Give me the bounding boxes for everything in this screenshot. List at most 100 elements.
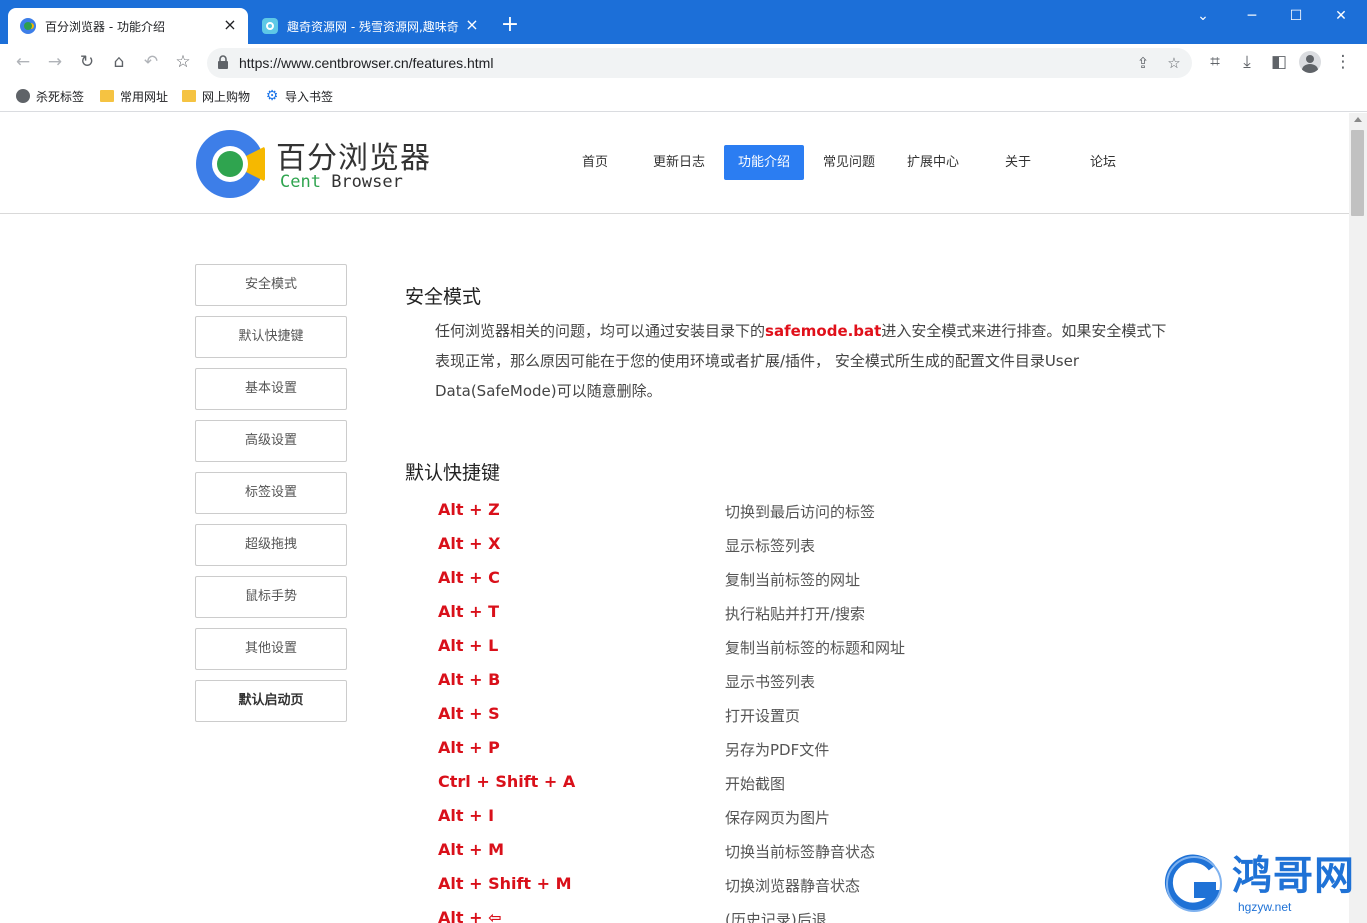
nav-features[interactable]: 功能介绍 — [724, 145, 804, 180]
logo-english-name: Cent Browser — [280, 172, 403, 192]
shortcut-key: Alt + B — [438, 670, 501, 689]
minimize-button[interactable]: ─ — [1229, 0, 1275, 32]
shortcut-desc: 显示标签列表 — [725, 537, 816, 555]
page-viewport: 百分浏览器 Cent Browser 首页 更新日志 功能介绍 常见问题 扩展中… — [0, 113, 1349, 923]
back-icon[interactable]: ← — [11, 50, 35, 74]
shortcut-desc: (历史记录)后退 — [725, 911, 827, 923]
tab-centbrowser-features[interactable]: 百分浏览器 - 功能介绍 × — [8, 8, 248, 44]
shortcut-desc: 保存网页为图片 — [725, 809, 831, 827]
shortcut-key: Alt + Shift + M — [438, 874, 572, 893]
maximize-button[interactable]: ☐ — [1273, 0, 1319, 32]
globe-icon — [16, 89, 30, 103]
tab-quqi-resources[interactable]: 趣奇资源网 - 残雪资源网,趣味奇 × — [250, 8, 490, 44]
bookmark-star-icon[interactable]: ☆ — [171, 50, 195, 74]
watermark-logo-icon — [1164, 854, 1222, 912]
share-icon[interactable]: ⇪ — [1131, 51, 1155, 75]
tab-close-icon[interactable]: × — [222, 17, 238, 34]
address-bar[interactable]: https://www.centbrowser.cn/features.html… — [207, 48, 1192, 78]
safe-mode-description: 任何浏览器相关的问题，均可以通过安装目录下的safemode.bat进入安全模式… — [435, 316, 1175, 406]
centbrowser-favicon-icon — [20, 18, 36, 34]
scroll-up-arrow-icon[interactable] — [1354, 117, 1362, 122]
nav-about[interactable]: 关于 — [992, 145, 1044, 180]
shortcut-desc: 开始截图 — [725, 775, 786, 793]
sidebar-item-safe-mode[interactable]: 安全模式 — [195, 264, 347, 306]
shortcut-desc: 打开设置页 — [725, 707, 801, 725]
watermark: 鸿哥网 hgzyw.net — [1160, 848, 1365, 920]
tab-search-icon[interactable]: ⌄ — [1180, 0, 1226, 32]
home-icon[interactable]: ⌂ — [107, 50, 131, 74]
side-panel-icon[interactable]: ◧ — [1267, 50, 1291, 74]
folder-icon — [100, 90, 114, 102]
nav-forum[interactable]: 论坛 — [1077, 145, 1129, 180]
bookmark-label: 杀死标签 — [36, 89, 85, 104]
bookmark-folder-shopping[interactable]: 网上购物 — [182, 86, 250, 106]
page-scrollbar[interactable] — [1349, 113, 1367, 923]
undo-close-tab-icon[interactable]: ↶ — [139, 50, 163, 74]
menu-icon[interactable]: ⋮ — [1331, 50, 1355, 74]
bookmark-label: 常用网址 — [120, 89, 169, 104]
shortcut-key: Alt + I — [438, 806, 495, 825]
close-window-button[interactable]: ✕ — [1318, 0, 1364, 32]
crop-icon[interactable]: ⌗ — [1203, 50, 1227, 74]
shortcut-key: Alt + C — [438, 568, 500, 587]
shortcut-key: Alt + X — [438, 534, 501, 553]
shortcut-key: Alt + L — [438, 636, 499, 655]
site-header: 百分浏览器 Cent Browser 首页 更新日志 功能介绍 常见问题 扩展中… — [0, 113, 1349, 214]
new-tab-button[interactable]: + — [498, 14, 522, 38]
shortcut-desc: 另存为PDF文件 — [725, 741, 830, 759]
tab-strip: 百分浏览器 - 功能介绍 × 趣奇资源网 - 残雪资源网,趣味奇 × + ⌄ ─… — [0, 0, 1367, 44]
toolbar: ← → ↻ ⌂ ↶ ☆ https://www.centbrowser.cn/f… — [0, 44, 1367, 80]
sidebar-item-mouse-gestures[interactable]: 鼠标手势 — [195, 576, 347, 618]
shortcut-key: Alt + T — [438, 602, 499, 621]
url-text[interactable]: https://www.centbrowser.cn/features.html — [239, 48, 493, 78]
bookmark-import[interactable]: ⚙ 导入书签 — [265, 86, 333, 106]
shortcut-key: Alt + S — [438, 704, 500, 723]
sidebar-item-tab-settings[interactable]: 标签设置 — [195, 472, 347, 514]
bookmark-kill-tabs[interactable]: 杀死标签 — [16, 86, 84, 106]
safemode-bat-highlight: safemode.bat — [765, 322, 882, 340]
shortcut-key: Alt + M — [438, 840, 504, 859]
profile-icon[interactable] — [1299, 51, 1321, 73]
tab-close-icon[interactable]: × — [464, 17, 480, 34]
sidebar-item-startup-page[interactable]: 默认启动页 — [195, 680, 347, 722]
tab-title: 趣奇资源网 - 残雪资源网,趣味奇 — [287, 19, 459, 34]
download-icon[interactable]: ⤓ — [1235, 50, 1259, 74]
sidebar-item-basic-settings[interactable]: 基本设置 — [195, 368, 347, 410]
quqi-favicon-icon — [262, 18, 278, 34]
shortcut-desc: 显示书签列表 — [725, 673, 816, 691]
lock-icon — [218, 55, 228, 69]
bookmark-label: 导入书签 — [285, 89, 334, 104]
logo-chinese-name: 百分浏览器 — [276, 141, 431, 176]
reload-icon[interactable]: ↻ — [75, 50, 99, 74]
nav-extensions[interactable]: 扩展中心 — [899, 145, 967, 180]
forward-icon[interactable]: → — [43, 50, 67, 74]
sidebar-item-super-drag[interactable]: 超级拖拽 — [195, 524, 347, 566]
nav-changelog[interactable]: 更新日志 — [645, 145, 713, 180]
sidebar-item-advanced-settings[interactable]: 高级设置 — [195, 420, 347, 462]
sidebar-item-other-settings[interactable]: 其他设置 — [195, 628, 347, 670]
shortcut-key: Alt + ⇦ — [438, 908, 502, 923]
shortcut-desc: 执行粘贴并打开/搜索 — [725, 605, 866, 623]
safe-mode-title: 安全模式 — [405, 286, 482, 308]
cent-browser-logo-icon — [196, 130, 265, 198]
star-icon[interactable]: ☆ — [1162, 51, 1186, 75]
watermark-title: 鸿哥网 — [1232, 852, 1355, 899]
logo-en-cent: Cent — [280, 172, 321, 192]
shortcut-desc: 复制当前标签的网址 — [725, 571, 861, 589]
folder-icon — [182, 90, 196, 102]
scrollbar-thumb[interactable] — [1351, 130, 1364, 216]
shortcut-desc: 复制当前标签的标题和网址 — [725, 639, 906, 657]
shortcut-desc: 切换到最后访问的标签 — [725, 503, 876, 521]
nav-faq[interactable]: 常见问题 — [815, 145, 883, 180]
safe-mode-text-1: 任何浏览器相关的问题，均可以通过安装目录下的 — [435, 322, 766, 340]
shortcuts-title: 默认快捷键 — [405, 462, 501, 484]
bookmark-label: 网上购物 — [202, 89, 251, 104]
bookmark-folder-common[interactable]: 常用网址 — [100, 86, 168, 106]
shortcut-key: Alt + P — [438, 738, 500, 757]
shortcut-desc: 切换当前标签静音状态 — [725, 843, 876, 861]
bookmarks-bar: 杀死标签 常用网址 网上购物 ⚙ 导入书签 — [0, 80, 1367, 112]
shortcut-desc: 切换浏览器静音状态 — [725, 877, 861, 895]
sidebar-item-shortcuts[interactable]: 默认快捷键 — [195, 316, 347, 358]
gear-icon: ⚙ — [265, 88, 279, 104]
nav-home[interactable]: 首页 — [566, 145, 624, 180]
